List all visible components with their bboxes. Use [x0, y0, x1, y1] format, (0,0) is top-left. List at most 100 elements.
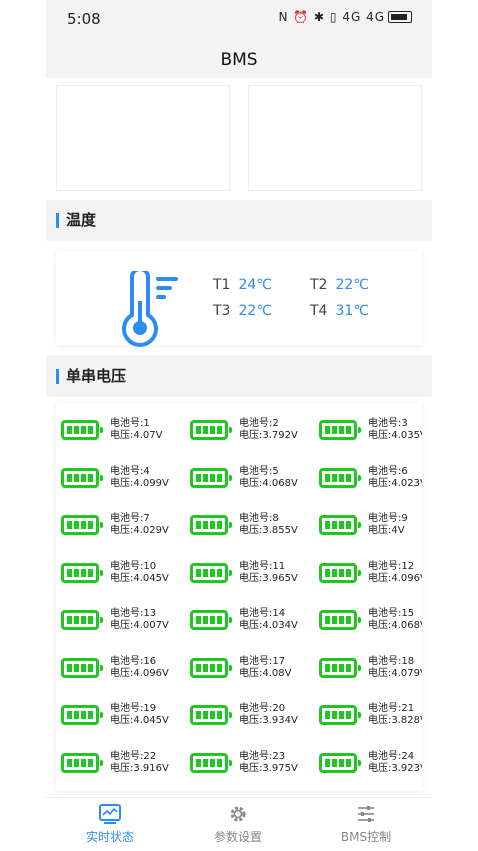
- battery-icon: [190, 562, 232, 583]
- battery-level-bar: [332, 568, 337, 577]
- battery-level-bar: [203, 711, 208, 719]
- battery-cell: 电池号:10 电压:4.045V: [58, 557, 180, 589]
- battery-number: 电池号:24: [368, 750, 415, 762]
- battery-icon: [61, 657, 103, 678]
- battery-icon: [190, 657, 232, 678]
- battery-icon: [319, 705, 361, 725]
- tab-realtime-status[interactable]: 实时状态: [46, 804, 174, 845]
- temp-reading-t3: T3 22℃: [213, 303, 272, 319]
- battery-number: 电池号:20: [239, 703, 286, 714]
- battery-voltage: 电压:4.035V: [368, 430, 422, 441]
- temp-label: T3: [213, 303, 231, 319]
- battery-voltage: 电压:4.023V: [368, 477, 422, 489]
- battery-cell-text: 电池号:14 电压:4.034V: [239, 608, 298, 632]
- battery-level-bar: [210, 711, 215, 719]
- tab-parameter-settings[interactable]: 参数设置: [174, 804, 302, 845]
- battery-level-bar: [325, 568, 330, 577]
- battery-level-bar: [203, 473, 208, 482]
- battery-number: 电池号:8: [239, 513, 279, 524]
- battery-cell-text: 电池号:1 电压:4.07V: [110, 418, 162, 442]
- battery-voltage: 电压:4.034V: [239, 620, 298, 631]
- battery-voltage: 电压:4.045V: [110, 572, 169, 584]
- battery-level-bar: [346, 663, 351, 672]
- battery-level-bar: [332, 521, 337, 529]
- battery-icon: [319, 562, 361, 583]
- battery-cell-text: 电池号:3 电压:4.035V: [368, 418, 422, 442]
- battery-level-bar: [88, 663, 93, 672]
- battery-level-bar: [196, 663, 201, 672]
- temp-label: T2: [310, 277, 328, 293]
- battery-level-bar: [88, 521, 93, 529]
- temp-value: 22℃: [335, 277, 370, 293]
- battery-cell: 电池号:23 电压:3.975V: [187, 747, 309, 779]
- battery-number: 电池号:6: [368, 465, 408, 477]
- battery-number: 电池号:1: [110, 418, 150, 429]
- battery-voltage: 电压:4.079V: [368, 667, 422, 679]
- battery-voltage: 电压:3.855V: [239, 525, 298, 536]
- battery-level-bar: [339, 663, 344, 672]
- gear-icon: [230, 806, 246, 822]
- battery-cell: 电池号:3 电压:4.035V: [316, 414, 422, 446]
- battery-icon: [319, 467, 361, 488]
- temperature-panel: T1 24℃ T2 22℃ T3 22℃ T4 31℃: [46, 241, 432, 355]
- battery-cell-text: 电池号:15 电压:4.068V: [368, 608, 422, 632]
- status-bar: 5:08 N ⏰ ✱ ▯ 4G 4G: [46, 0, 432, 38]
- battery-voltage: 电压:4.096V: [368, 572, 422, 584]
- battery-level-bar: [81, 616, 86, 624]
- tab-bms-control[interactable]: BMS控制: [302, 804, 430, 845]
- battery-voltage: 电压:4.068V: [368, 620, 422, 631]
- battery-voltage: 电压:4.045V: [110, 715, 169, 726]
- battery-cell-text: 电池号:20 电压:3.934V: [239, 703, 298, 727]
- battery-cell: 电池号:22 电压:3.916V: [58, 747, 180, 779]
- battery-number: 电池号:3: [368, 418, 408, 429]
- battery-cell: 电池号:1 电压:4.07V: [58, 414, 180, 446]
- battery-level-bar: [210, 616, 215, 624]
- sliders-icon: [358, 806, 374, 822]
- battery-icon: [61, 467, 103, 488]
- battery-level-bar: [67, 616, 72, 624]
- battery-level-bar: [67, 521, 72, 529]
- battery-voltage: 电压:4.068V: [239, 477, 298, 489]
- battery-icon: [61, 752, 103, 773]
- battery-level-bar: [217, 426, 222, 434]
- battery-number: 电池号:19: [110, 703, 157, 714]
- app-screen: 5:08 N ⏰ ✱ ▯ 4G 4G BMS 温度 T1 24℃ T2 22℃: [46, 0, 432, 851]
- battery-level-bar: [346, 473, 351, 482]
- battery-level-bar: [346, 711, 351, 719]
- battery-level-bar: [203, 616, 208, 624]
- battery-level-bar: [74, 568, 79, 577]
- battery-cell-text: 电池号:13 电压:4.007V: [110, 608, 169, 632]
- battery-cell: 电池号:2 电压:3.792V: [187, 414, 309, 446]
- battery-number: 电池号:10: [110, 560, 157, 572]
- battery-cell: 电池号:16 电压:4.096V: [58, 652, 180, 684]
- battery-level-bar: [210, 521, 215, 529]
- battery-number: 电池号:9: [368, 513, 408, 524]
- battery-level-bar: [67, 711, 72, 719]
- battery-cell: 电池号:14 电压:4.034V: [187, 604, 309, 636]
- top-card-right: [248, 85, 422, 191]
- battery-voltage: 电压:4.07V: [110, 430, 163, 441]
- battery-level-bar: [74, 616, 79, 624]
- battery-icon: [319, 515, 361, 535]
- battery-level-bar: [74, 711, 79, 719]
- battery-icon: [190, 705, 232, 725]
- temp-value: 31℃: [335, 303, 370, 319]
- status-icons: N ⏰ ✱ ▯ 4G 4G: [278, 10, 412, 24]
- battery-level-bar: [203, 426, 208, 434]
- battery-level-bar: [67, 758, 72, 767]
- battery-level-bar: [325, 473, 330, 482]
- battery-level-bar: [210, 568, 215, 577]
- temp-reading-t4: T4 31℃: [310, 303, 369, 319]
- battery-level-bar: [67, 568, 72, 577]
- battery-level-bar: [210, 663, 215, 672]
- battery-icon: [319, 657, 361, 678]
- battery-level-bar: [346, 426, 351, 434]
- battery-number: 电池号:12: [368, 560, 415, 572]
- battery-number: 电池号:14: [239, 608, 286, 619]
- battery-level-bar: [339, 758, 344, 767]
- battery-status-icon: [388, 11, 412, 23]
- battery-level-bar: [203, 663, 208, 672]
- battery-level-bar: [217, 521, 222, 529]
- battery-cell-text: 电池号:10 电压:4.045V: [110, 561, 169, 585]
- battery-cell: 电池号:6 电压:4.023V: [316, 462, 422, 494]
